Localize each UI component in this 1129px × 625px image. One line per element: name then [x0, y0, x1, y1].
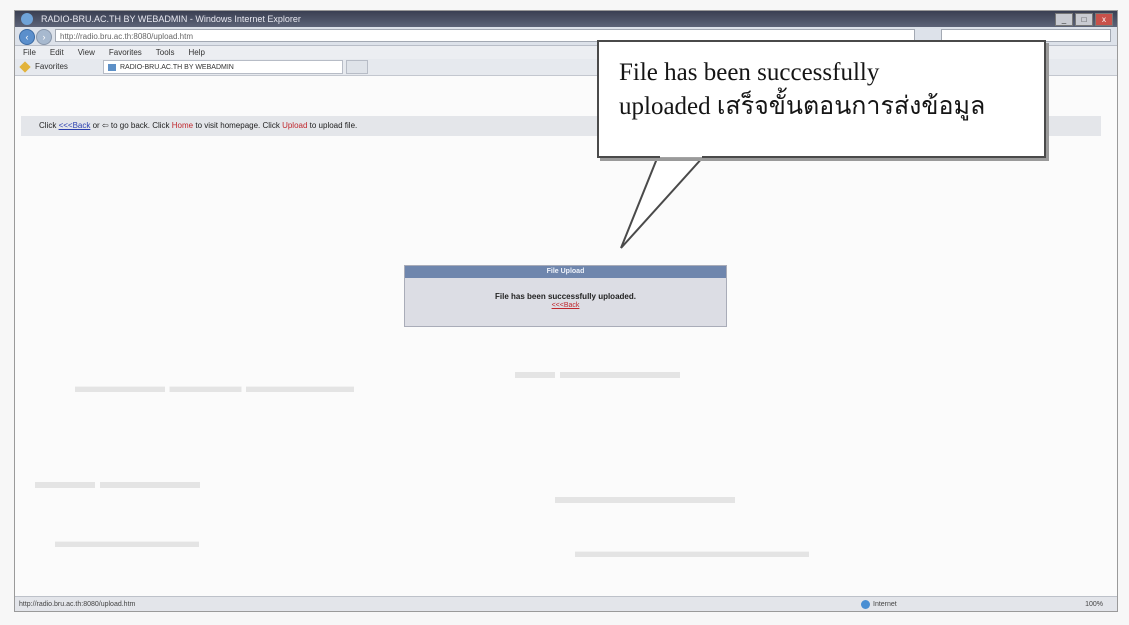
- ie-logo-icon: [21, 13, 33, 25]
- menu-tools[interactable]: Tools: [156, 46, 175, 59]
- bleed-through-text: ▬▬▬ ▬▬▬▬▬: [35, 471, 200, 493]
- close-button[interactable]: x: [1095, 13, 1113, 26]
- info-text: to upload file.: [307, 121, 358, 130]
- minimize-button[interactable]: _: [1055, 13, 1073, 26]
- info-text: Click: [39, 121, 59, 130]
- bleed-through-text: ▬▬▬▬▬▬▬▬▬▬▬▬▬: [575, 541, 809, 561]
- bleed-through-text: ▬▬ ▬▬▬▬▬▬: [515, 361, 680, 383]
- zoom-level[interactable]: 100%: [1085, 597, 1103, 611]
- menu-edit[interactable]: Edit: [50, 46, 64, 59]
- window-controls: _ □ x: [1055, 13, 1113, 26]
- upload-box-header: File Upload: [405, 266, 726, 278]
- menu-favorites[interactable]: Favorites: [109, 46, 142, 59]
- favorites-button[interactable]: Favorites: [35, 59, 68, 75]
- maximize-button[interactable]: □: [1075, 13, 1093, 26]
- info-text: to visit homepage. Click: [193, 121, 283, 130]
- upload-result-box: File Upload File has been successfully u…: [404, 265, 727, 327]
- forward-arrow-icon[interactable]: ›: [36, 29, 52, 45]
- menu-help[interactable]: Help: [188, 46, 204, 59]
- scanned-page: RADIO-BRU.AC.TH BY WEBADMIN - Windows In…: [0, 0, 1129, 625]
- status-url: http://radio.bru.ac.th:8080/upload.htm: [19, 601, 136, 608]
- callout-line-2: uploaded เสร็จขั้นตอนการส่งข้อมูล: [619, 93, 986, 120]
- go-back-link[interactable]: <<<Back: [59, 121, 91, 130]
- back-glyph-icon[interactable]: ⇦: [102, 121, 109, 130]
- title-bar: RADIO-BRU.AC.TH BY WEBADMIN - Windows In…: [15, 11, 1117, 27]
- status-bar: http://radio.bru.ac.th:8080/upload.htm I…: [15, 596, 1117, 611]
- menu-file[interactable]: File: [23, 46, 36, 59]
- browser-tab[interactable]: RADIO-BRU.AC.TH BY WEBADMIN: [103, 60, 343, 74]
- menu-view[interactable]: View: [78, 46, 95, 59]
- info-text: or: [90, 121, 102, 130]
- window-title: RADIO-BRU.AC.TH BY WEBADMIN - Windows In…: [41, 14, 301, 24]
- new-tab-button[interactable]: [346, 60, 368, 74]
- info-text: to go back. Click: [108, 121, 172, 130]
- home-link[interactable]: Home: [172, 121, 193, 130]
- favorites-star-icon[interactable]: [19, 61, 31, 73]
- upload-success-message: File has been successfully uploaded.: [495, 292, 636, 301]
- internet-zone: Internet: [861, 600, 897, 609]
- callout-line-1: File has been successfully: [619, 59, 880, 86]
- bleed-through-text: ▬▬▬▬▬▬▬▬: [55, 531, 199, 551]
- annotation-callout: File has been successfully uploaded เสร็…: [597, 40, 1046, 158]
- back-arrow-icon[interactable]: ‹: [19, 29, 35, 45]
- upload-link[interactable]: Upload: [282, 121, 307, 130]
- back-link[interactable]: <<<Back: [405, 302, 726, 309]
- bleed-through-text: ▬▬▬▬▬▬▬▬▬: [555, 486, 735, 508]
- bleed-through-text: ▬▬▬▬▬ ▬▬▬▬ ▬▬▬▬▬▬: [75, 376, 354, 396]
